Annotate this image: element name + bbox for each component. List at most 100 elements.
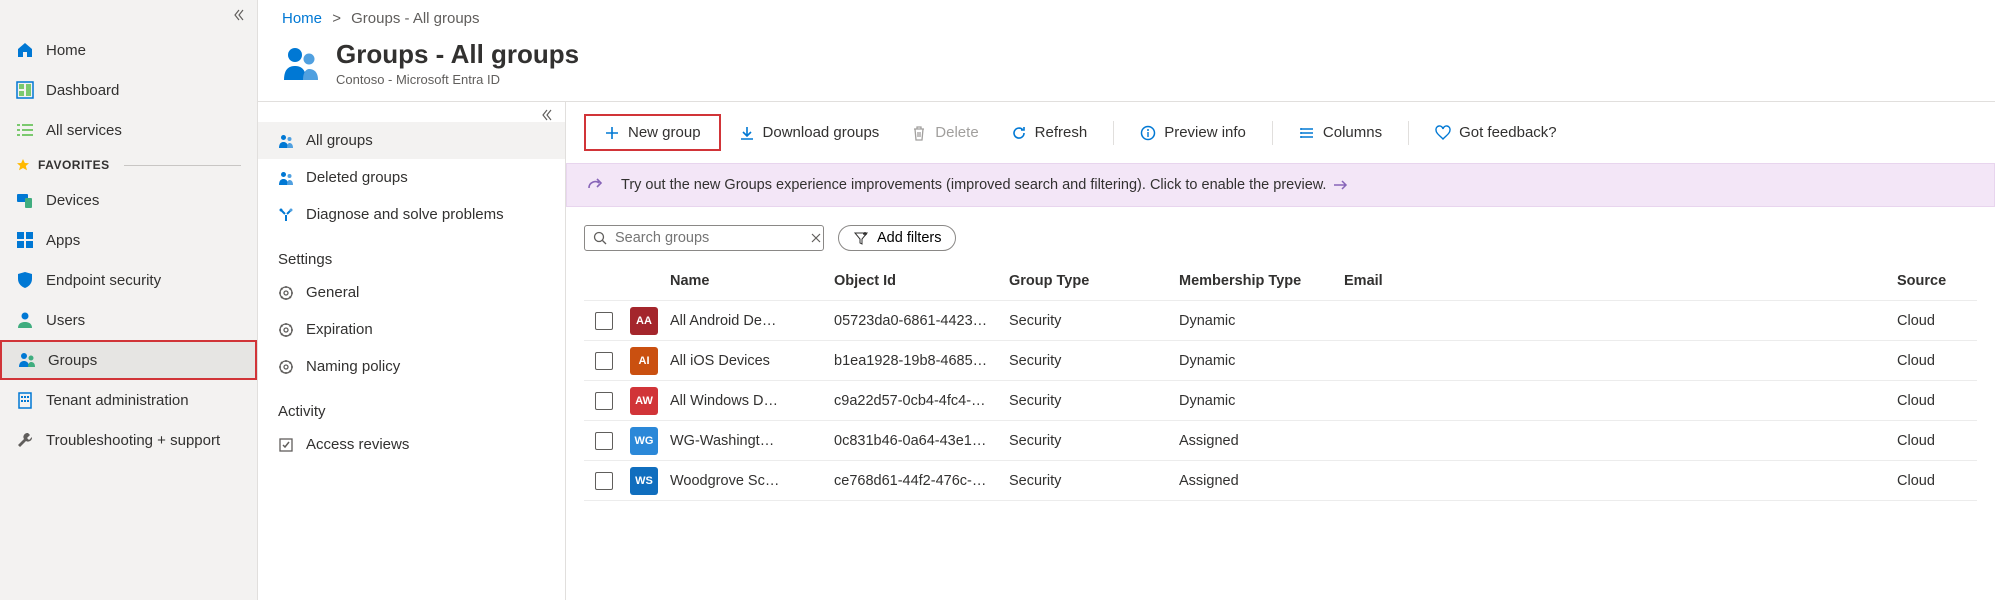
columns-button[interactable]: Columns <box>1285 118 1396 147</box>
search-icon <box>593 231 607 245</box>
col-header-source[interactable]: Source <box>1897 273 1977 289</box>
row-source: Cloud <box>1897 473 1977 489</box>
table-header-row: Name Object Id Group Type Membership Typ… <box>584 261 1977 301</box>
preview-arrow-icon <box>585 174 607 196</box>
midnav-settings-label: Settings <box>258 233 565 274</box>
group-avatar: AW <box>630 387 658 415</box>
sidebar-item-dashboard[interactable]: Dashboard <box>0 70 257 110</box>
groups-icon <box>18 351 36 369</box>
breadcrumb-home-link[interactable]: Home <box>282 10 322 27</box>
table-row[interactable]: AI All iOS Devices b1ea1928-19b8-4685… S… <box>584 341 1977 381</box>
col-header-name[interactable]: Name <box>664 273 834 289</box>
row-checkbox[interactable] <box>595 472 613 490</box>
list-icon <box>16 121 34 139</box>
new-group-button[interactable]: New group <box>584 114 721 151</box>
row-object-id: ce768d61-44f2-476c-… <box>834 473 1009 489</box>
midnav-deleted-groups[interactable]: Deleted groups <box>258 159 565 196</box>
sidebar-item-users[interactable]: Users <box>0 300 257 340</box>
check-icon <box>278 437 294 453</box>
gear-icon <box>278 322 294 338</box>
col-header-membership[interactable]: Membership Type <box>1179 273 1344 289</box>
feedback-button[interactable]: Got feedback? <box>1421 118 1571 147</box>
midnav-general[interactable]: General <box>258 274 565 311</box>
groups-icon <box>278 170 294 186</box>
row-name: All Windows D… <box>664 393 834 409</box>
sidebar-item-label: Home <box>46 42 86 59</box>
row-checkbox[interactable] <box>595 312 613 330</box>
sidebar-favorites-header: FAVORITES <box>0 150 257 180</box>
refresh-button[interactable]: Refresh <box>997 118 1102 147</box>
table-row[interactable]: WS Woodgrove Sc… ce768d61-44f2-476c-… Se… <box>584 461 1977 501</box>
midnav-activity-label: Activity <box>258 385 565 426</box>
building-icon <box>16 391 34 409</box>
group-avatar: WS <box>630 467 658 495</box>
row-checkbox[interactable] <box>595 352 613 370</box>
midnav-all-groups[interactable]: All groups <box>258 122 565 159</box>
row-group-type: Security <box>1009 473 1179 489</box>
sidebar-item-apps[interactable]: Apps <box>0 220 257 260</box>
columns-icon <box>1299 125 1315 141</box>
primary-sidebar: Home Dashboard All services FAVORITES <box>0 0 258 600</box>
sidebar-item-groups[interactable]: Groups <box>0 340 257 380</box>
user-icon <box>16 311 34 329</box>
preview-info-button[interactable]: Preview info <box>1126 118 1260 147</box>
download-groups-button[interactable]: Download groups <box>725 118 894 147</box>
preview-banner[interactable]: Try out the new Groups experience improv… <box>566 163 1995 207</box>
sidebar-item-devices[interactable]: Devices <box>0 180 257 220</box>
arrow-right-icon <box>1332 177 1348 193</box>
row-group-type: Security <box>1009 433 1179 449</box>
dashboard-icon <box>16 81 34 99</box>
table-row[interactable]: AW All Windows D… c9a22d57-0cb4-4fc4-… S… <box>584 381 1977 421</box>
table-row[interactable]: WG WG-Washingt… 0c831b46-0a64-43e1… Secu… <box>584 421 1977 461</box>
group-avatar: AI <box>630 347 658 375</box>
sidebar-item-troubleshooting[interactable]: Troubleshooting + support <box>0 420 257 460</box>
midnav-expiration[interactable]: Expiration <box>258 311 565 348</box>
add-filters-button[interactable]: Add filters <box>838 225 956 251</box>
home-icon <box>16 41 34 59</box>
sidebar-collapse-button[interactable] <box>0 4 257 30</box>
sidebar-item-tenant-admin[interactable]: Tenant administration <box>0 380 257 420</box>
row-group-type: Security <box>1009 313 1179 329</box>
sidebar-item-label: Troubleshooting + support <box>46 432 220 449</box>
sidebar-item-endpoint-security[interactable]: Endpoint security <box>0 260 257 300</box>
page-subtitle: Contoso - Microsoft Entra ID <box>336 72 579 87</box>
col-header-email[interactable]: Email <box>1344 273 1897 289</box>
page-title: Groups - All groups <box>336 39 579 70</box>
search-groups-box[interactable] <box>584 225 824 251</box>
midnav-naming-policy[interactable]: Naming policy <box>258 348 565 385</box>
midnav-access-reviews[interactable]: Access reviews <box>258 426 565 463</box>
heart-icon <box>1435 125 1451 141</box>
command-bar: New group Download groups Delete Refresh <box>566 102 1995 163</box>
group-avatar: WG <box>630 427 658 455</box>
table-row[interactable]: AA All Android De… 05723da0-6861-4423… S… <box>584 301 1977 341</box>
sidebar-item-label: Apps <box>46 232 80 249</box>
row-object-id: b1ea1928-19b8-4685… <box>834 353 1009 369</box>
sidebar-item-label: Groups <box>48 352 97 369</box>
main-region: Home > Groups - All groups Groups - All … <box>258 0 1995 600</box>
breadcrumb-current: Groups - All groups <box>351 10 479 27</box>
midnav-item-label: Naming policy <box>306 358 400 375</box>
sidebar-item-home[interactable]: Home <box>0 30 257 70</box>
banner-text: Try out the new Groups experience improv… <box>621 177 1326 193</box>
midnav-diagnose[interactable]: Diagnose and solve problems <box>258 196 565 233</box>
col-header-group-type[interactable]: Group Type <box>1009 273 1179 289</box>
toolbar-divider <box>1113 121 1114 145</box>
search-input[interactable] <box>615 230 802 246</box>
sidebar-item-all-services[interactable]: All services <box>0 110 257 150</box>
trash-icon <box>911 125 927 141</box>
sidebar-item-label: All services <box>46 122 122 139</box>
groups-icon <box>278 133 294 149</box>
mid-sidebar-collapse-button[interactable] <box>258 102 565 122</box>
row-checkbox[interactable] <box>595 392 613 410</box>
clear-icon[interactable] <box>810 232 822 244</box>
divider <box>124 165 241 166</box>
row-checkbox[interactable] <box>595 432 613 450</box>
row-source: Cloud <box>1897 353 1977 369</box>
row-name: WG-Washingt… <box>664 433 834 449</box>
gear-icon <box>278 359 294 375</box>
filter-icon <box>853 230 869 246</box>
col-header-object-id[interactable]: Object Id <box>834 273 1009 289</box>
apps-icon <box>16 231 34 249</box>
plus-icon <box>604 125 620 141</box>
row-source: Cloud <box>1897 433 1977 449</box>
